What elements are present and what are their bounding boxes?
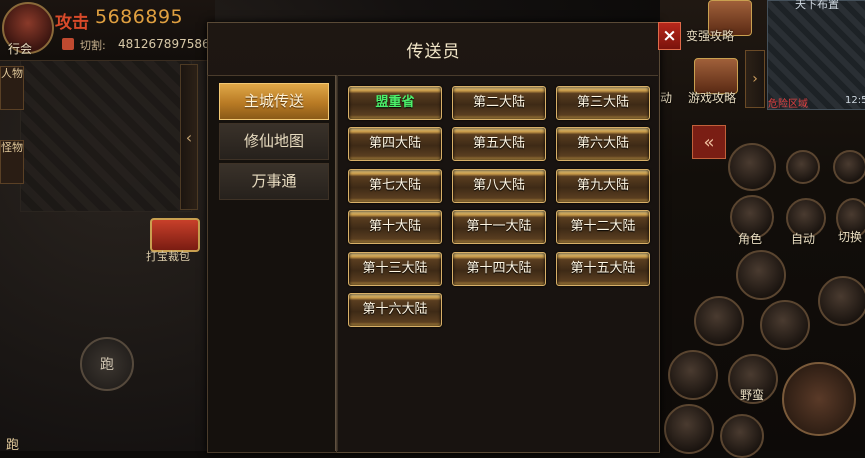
game-guide-label: 游戏攻略 [688, 91, 737, 105]
destination-label: 第十五大陆 [570, 261, 636, 276]
skill-icon-7[interactable] [664, 404, 714, 454]
skill-icon-8[interactable] [720, 414, 764, 458]
expand-right-panel-button[interactable]: › [745, 50, 765, 108]
run-toggle-button[interactable]: 跑 [80, 337, 134, 391]
destination-label: 第八大陆 [472, 178, 525, 193]
destination-button[interactable]: 第七大陆 [348, 169, 442, 203]
auto-battle-label: 自动 [791, 232, 816, 246]
destination-button[interactable]: 第九大陆 [556, 169, 650, 203]
character-round-label: 角色 [738, 232, 763, 246]
destination-button[interactable]: 盟重省 [348, 86, 442, 120]
destination-button[interactable]: 第十三大陆 [348, 252, 442, 286]
destination-button[interactable]: 第十二大陆 [556, 210, 650, 244]
destination-label: 第十四大陆 [466, 261, 532, 276]
destination-button[interactable]: 第十六大陆 [348, 293, 442, 327]
destination-button[interactable]: 第八大陆 [452, 169, 546, 203]
strengthen-guide-label: 变强攻略 [686, 29, 735, 43]
category-main-city[interactable]: 主城传送 [219, 83, 329, 120]
bag-icon[interactable] [833, 150, 865, 184]
run-label: 跑 [100, 357, 114, 373]
character-side-button[interactable]: 人物 [0, 66, 24, 110]
close-icon: × [662, 26, 677, 46]
monster-side-label: 怪物 [1, 141, 23, 154]
destination-label: 第四大陆 [368, 136, 421, 151]
category-know-it-all[interactable]: 万事通 [219, 163, 329, 200]
destination-label: 第六大陆 [576, 136, 629, 151]
destination-label: 第二大陆 [472, 95, 525, 110]
gem-icon[interactable] [786, 150, 820, 184]
destination-button[interactable]: 第十四大陆 [452, 252, 546, 286]
category-label: 修仙地图 [243, 132, 304, 150]
minimap-title: 天下布置 [795, 0, 839, 11]
game-map-terrain [20, 60, 192, 212]
dialog-title: 传送员 [406, 42, 461, 62]
attack-label: 攻击 [55, 13, 89, 33]
destination-button[interactable]: 第二大陆 [452, 86, 546, 120]
category-label: 万事通 [251, 172, 297, 190]
cut-stat-value: 481267897586 [118, 37, 210, 51]
destination-label: 第十大陆 [368, 219, 421, 234]
collapse-left-panel-button[interactable]: ‹ [180, 64, 198, 210]
category-cultivation-map[interactable]: 修仙地图 [219, 123, 329, 160]
skill-icon-4[interactable] [694, 296, 744, 346]
destination-label: 第三大陆 [576, 95, 629, 110]
monster-side-button[interactable]: 怪物 [0, 140, 24, 184]
destination-label: 第十二大陆 [570, 219, 636, 234]
destination-label: 第七大陆 [368, 178, 421, 193]
close-button[interactable]: × [658, 22, 681, 50]
activity-label: 动 [660, 91, 673, 105]
switch-target-label: 切换 [838, 230, 863, 244]
skill-icon-3[interactable] [818, 276, 865, 326]
cut-stat-label: 切割: [80, 39, 106, 52]
attack-sword-button[interactable] [782, 362, 856, 436]
destination-label: 第五大陆 [472, 136, 525, 151]
run-bottom-label: 跑 [6, 438, 20, 453]
destination-label: 盟重省 [375, 95, 415, 110]
chevron-right-icon: › [752, 71, 758, 87]
destination-label: 第十三大陆 [362, 261, 428, 276]
wild-charge-label: 野蛮 [740, 388, 765, 402]
destination-button[interactable]: 第五大陆 [452, 127, 546, 161]
attack-value: 5686895 [95, 6, 184, 28]
minimap-clock: 12:5 [845, 95, 865, 106]
minimap[interactable] [767, 0, 865, 110]
treasure-chest-label: 打宝裁包 [146, 250, 190, 263]
player-hud: 行会 攻击 5686895 切割: 481267897586 [0, 0, 215, 61]
destination-button[interactable]: 第四大陆 [348, 127, 442, 161]
destination-label: 第十一大陆 [466, 219, 532, 234]
double-chevron-left-icon[interactable]: « [692, 125, 726, 159]
skill-icon-6[interactable] [668, 350, 718, 400]
destination-label: 第九大陆 [576, 178, 629, 193]
destination-button[interactable]: 第六大陆 [556, 127, 650, 161]
danger-zone-label: 危险区域 [768, 99, 808, 110]
skill-icon-2[interactable] [736, 250, 786, 300]
destination-button[interactable]: 第十五大陆 [556, 252, 650, 286]
chevron-left-icon: ‹ [185, 127, 193, 147]
destination-button[interactable]: 第十大陆 [348, 210, 442, 244]
treasure-chest-icon[interactable] [150, 218, 200, 252]
destination-button[interactable]: 第三大陆 [556, 86, 650, 120]
cut-stat-icon [62, 38, 74, 50]
character-side-label: 人物 [1, 67, 23, 80]
destination-label: 第十六大陆 [362, 302, 428, 317]
destination-button[interactable]: 第十一大陆 [452, 210, 546, 244]
skill-icon-1[interactable] [728, 143, 776, 191]
guild-button-label[interactable]: 行会 [8, 40, 32, 57]
category-label: 主城传送 [243, 92, 304, 110]
skill-icon-5[interactable] [760, 300, 810, 350]
